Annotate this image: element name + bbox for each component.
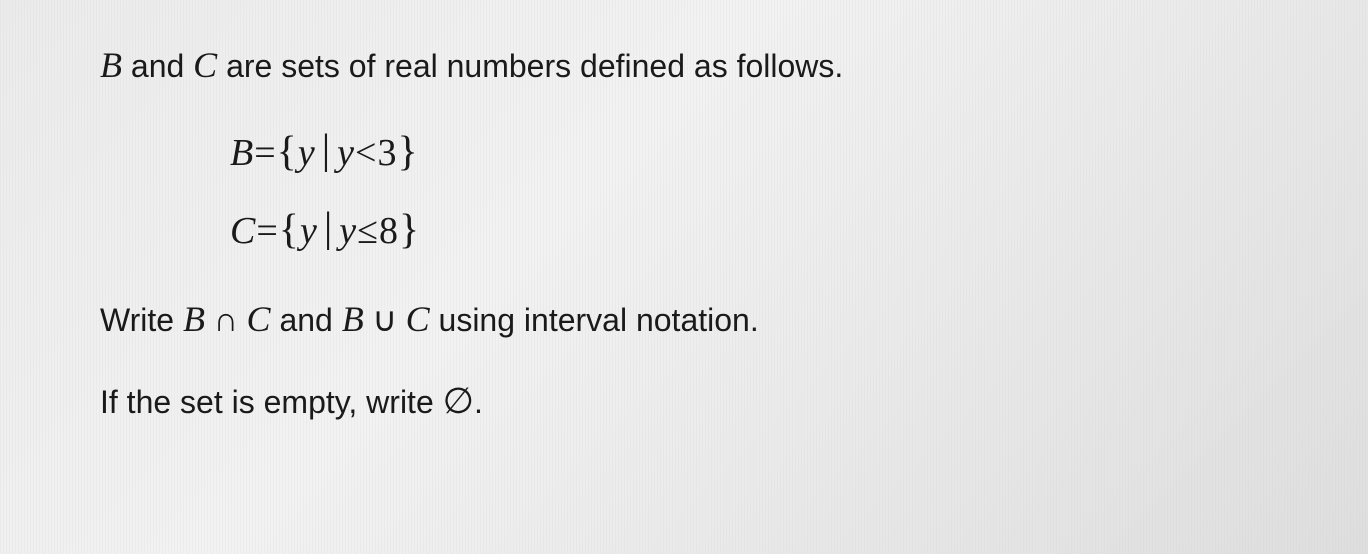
set-B-rbrace: }	[397, 129, 418, 175]
set-B-val: 3	[377, 132, 397, 174]
instruction-empty: If the set is empty, write ∅.	[100, 374, 1268, 428]
variable-C: C	[193, 45, 217, 85]
variable-B: B	[100, 45, 122, 85]
set-C-val: 8	[379, 210, 399, 252]
problem-content: B and C are sets of real numbers defined…	[100, 40, 1268, 428]
set-C-eq: =	[256, 210, 278, 252]
instr1-expr2-l: B	[342, 299, 364, 339]
instr1-post: using interval notation.	[430, 302, 759, 338]
set-B-cond-var: y	[337, 132, 355, 174]
union-symbol: ∪	[364, 302, 406, 339]
instr2-post: .	[474, 384, 483, 420]
instr1-mid: and	[271, 302, 342, 338]
set-definitions: B={y|y<3} C={y|y≤8}	[100, 128, 1268, 254]
set-C-definition: C={y|y≤8}	[230, 206, 1268, 254]
set-B-lbrace: {	[277, 129, 298, 175]
set-B-var: y	[298, 132, 316, 174]
instr1-expr1-r: C	[247, 299, 271, 339]
instr1-expr2-r: C	[406, 299, 430, 339]
set-C-rel: ≤	[357, 210, 379, 252]
set-C-rbrace: }	[399, 207, 420, 253]
set-B-definition: B={y|y<3}	[230, 128, 1268, 176]
set-C-cond-var: y	[339, 210, 357, 252]
set-B-lhs: B	[230, 132, 254, 174]
set-B-rel: <	[355, 132, 377, 174]
set-C-var: y	[300, 210, 318, 252]
instr1-expr1-l: B	[183, 299, 205, 339]
instruction-write: Write B ∩ C and B ∪ C using interval not…	[100, 292, 1268, 346]
set-B-eq: =	[254, 132, 276, 174]
intro-and: and	[122, 48, 193, 84]
instr1-pre: Write	[100, 302, 183, 338]
intro-rest: are sets of real numbers defined as foll…	[217, 48, 843, 84]
set-C-lhs: C	[230, 210, 256, 252]
empty-set-symbol: ∅	[443, 381, 474, 421]
set-B-bar: |	[316, 127, 337, 173]
intro-text: B and C are sets of real numbers defined…	[100, 40, 1268, 90]
set-C-bar: |	[318, 205, 339, 251]
set-C-lbrace: {	[279, 207, 300, 253]
intersection-symbol: ∩	[205, 302, 247, 339]
instr2-pre: If the set is empty, write	[100, 384, 443, 420]
